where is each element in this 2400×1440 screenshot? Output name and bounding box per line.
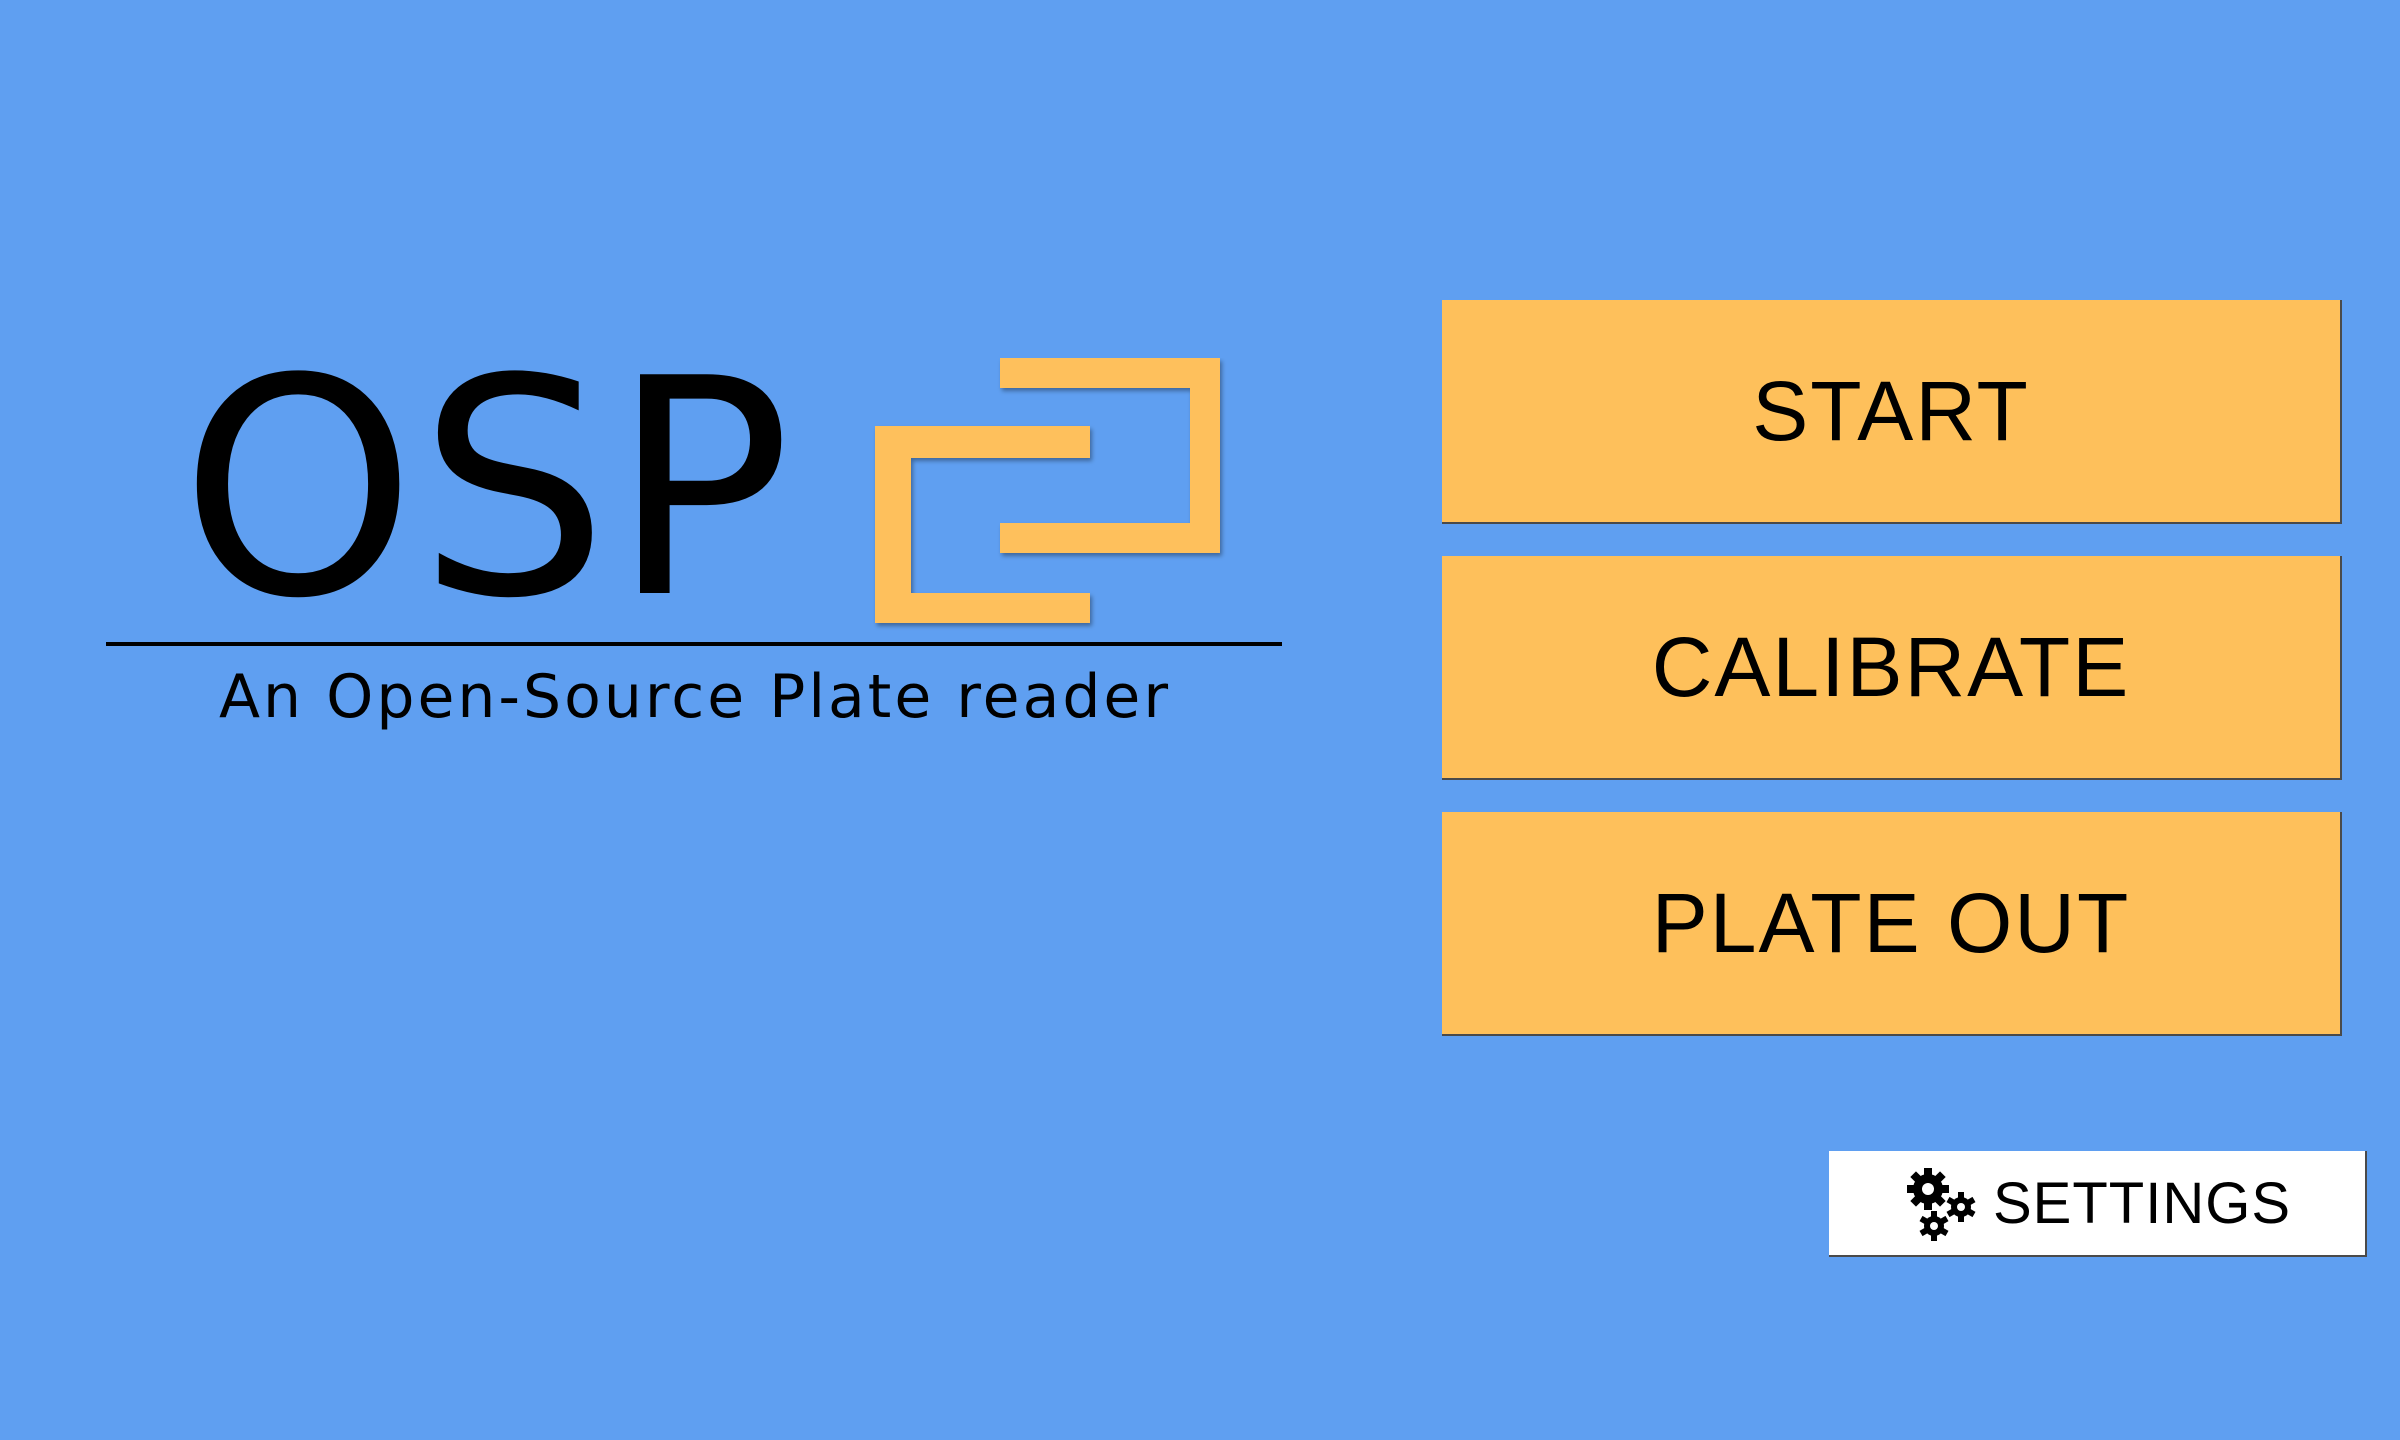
calibrate-button[interactable]: CALIBRATE bbox=[1442, 556, 2342, 780]
logo-tagline: An Open-Source Plate reader bbox=[218, 662, 1172, 732]
plate-logo-mark-icon bbox=[875, 358, 1220, 623]
plate-out-button[interactable]: PLATE OUT bbox=[1442, 812, 2342, 1036]
settings-button[interactable]: SETTINGS bbox=[1829, 1151, 2367, 1257]
start-button[interactable]: START bbox=[1442, 300, 2342, 524]
logo-divider bbox=[106, 642, 1282, 646]
logo-title: OSP bbox=[180, 315, 794, 664]
gears-icon bbox=[1906, 1168, 1976, 1241]
main-actions: START CALIBRATE PLATE OUT bbox=[1442, 300, 2342, 1068]
settings-label: SETTINGS bbox=[1992, 1170, 2292, 1236]
app-logo: OSP An Open-Source Plate reader bbox=[100, 340, 1290, 760]
